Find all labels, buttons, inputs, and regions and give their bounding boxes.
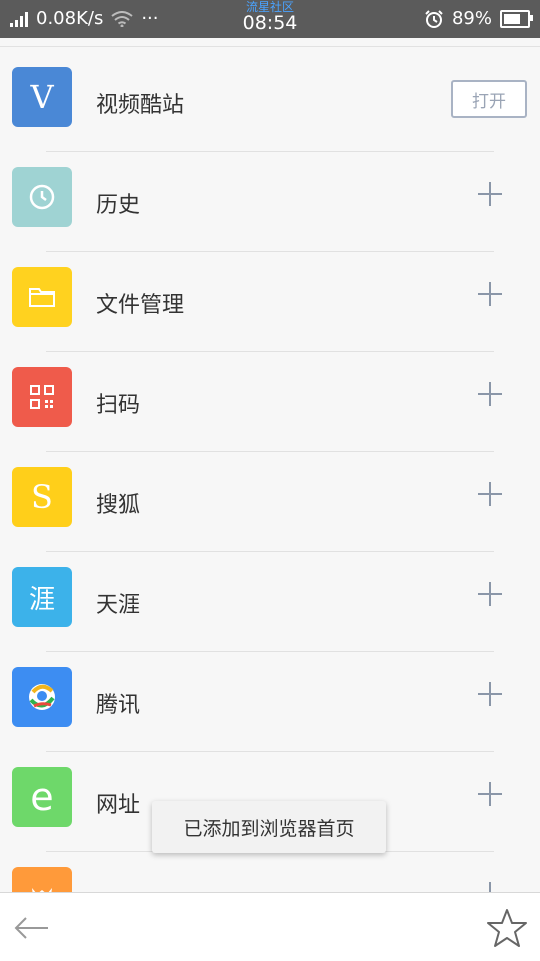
list-item-history[interactable]: 历史 [0,152,540,252]
item-label: 文件管理 [96,293,185,318]
clock-icon [12,167,72,227]
list-item-video-site[interactable]: V 视频酷站 打开 [0,52,540,152]
item-label: 搜狐 [96,493,141,518]
star-outline-icon[interactable] [486,907,528,949]
video-site-icon: V [12,67,72,127]
url-e-icon: e [12,767,72,827]
add-icon[interactable] [478,282,502,306]
alarm-icon [425,9,443,28]
add-icon[interactable] [478,182,502,206]
add-icon[interactable] [478,782,502,806]
battery-icon [500,9,533,28]
item-label: 天涯 [96,593,141,618]
list-item-tianya[interactable]: 涯 天涯 [0,552,540,652]
qr-code-icon [12,367,72,427]
status-right: 89% [424,8,533,29]
list-item-file-manager[interactable]: 文件管理 [0,252,540,352]
add-icon[interactable] [478,682,502,706]
add-icon[interactable] [478,382,502,406]
item-label: 腾讯 [96,693,141,718]
item-label: 网址 [96,793,141,818]
list-item-sohu[interactable]: S 搜狐 [0,452,540,552]
open-button[interactable]: 打开 [451,80,527,118]
toast-message: 已添加到浏览器首页 [152,801,386,853]
tianya-icon: 涯 [12,567,72,627]
sohu-icon: S [12,467,72,527]
list-item-scan[interactable]: 扫码 [0,352,540,452]
header-divider [0,46,540,47]
tencent-icon [12,667,72,727]
bottom-toolbar [0,892,540,961]
item-label: 历史 [96,193,141,218]
add-icon[interactable] [478,582,502,606]
battery-percent: 89% [451,8,492,29]
back-arrow-icon[interactable] [12,908,52,948]
status-bar: 0.08K/s ··· 流星社区 08:54 89% [0,0,540,38]
item-label: 视频酷站 [96,93,185,118]
add-icon[interactable] [478,482,502,506]
folder-icon [12,267,72,327]
list-item-tencent[interactable]: 腾讯 [0,652,540,752]
item-label: 扫码 [96,393,141,418]
